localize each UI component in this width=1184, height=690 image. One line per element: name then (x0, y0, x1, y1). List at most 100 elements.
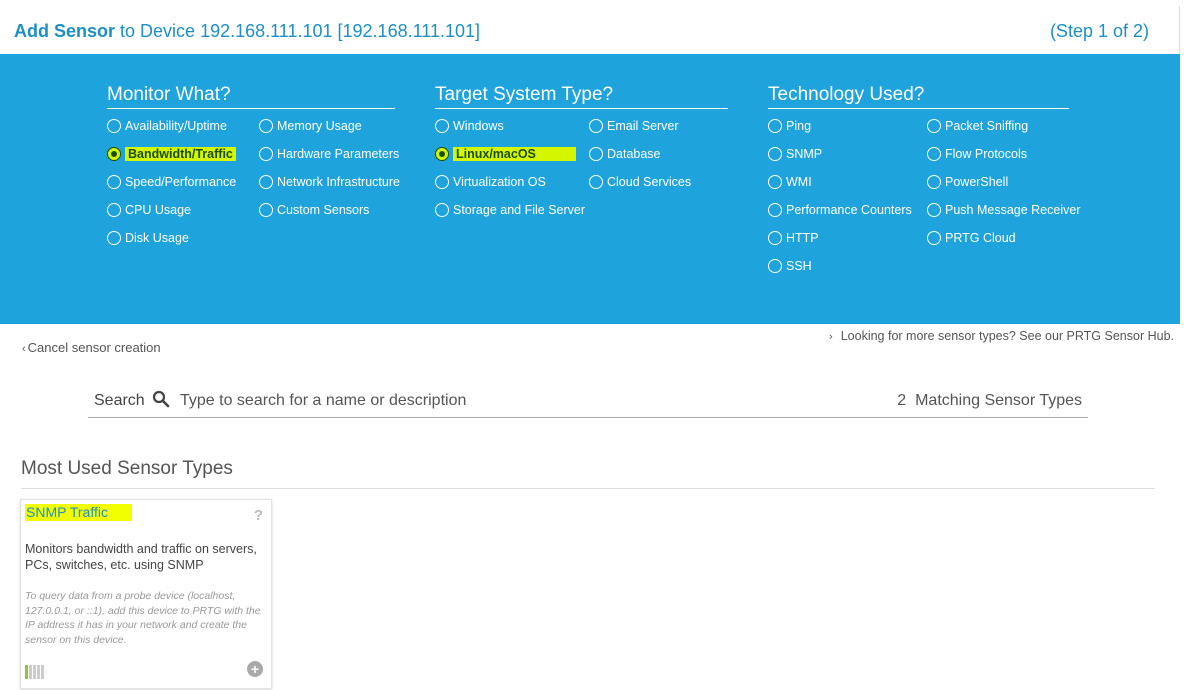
filter-option-label: Memory Usage (277, 119, 362, 133)
filter-option-label: Virtualization OS (453, 175, 546, 189)
radio-icon (435, 203, 449, 217)
search-icon (152, 390, 170, 408)
filter-option-label: Performance Counters (786, 203, 912, 217)
filter-group-title: Technology Used? (768, 84, 1069, 109)
search-label: Search (94, 392, 145, 409)
impact-bar (37, 665, 40, 679)
radio-icon (927, 119, 941, 133)
radio-icon (768, 175, 782, 189)
filter-option-label: Custom Sensors (277, 203, 370, 217)
radio-icon (589, 175, 603, 189)
filter-option-linux[interactable]: Linux/macOS (435, 145, 576, 163)
filter-option-hardware[interactable]: Hardware Parameters (259, 145, 399, 163)
radio-icon (927, 231, 941, 245)
filter-group-title: Monitor What? (107, 84, 395, 109)
cancel-link-label: Cancel sensor creation (27, 340, 161, 355)
page-title: Add Sensor to Device 192.168.111.101 [19… (14, 21, 480, 42)
radio-checked-icon (435, 147, 449, 161)
filter-option-ssh[interactable]: SSH (768, 257, 812, 275)
search-bar: Search 2 Matching Sensor Types (88, 384, 1088, 418)
add-icon[interactable]: + (247, 661, 263, 677)
help-icon[interactable]: ? (254, 507, 263, 524)
filter-group-technology: Technology Used? (768, 84, 1069, 109)
filter-option-push-message[interactable]: Push Message Receiver (927, 201, 1080, 219)
filter-option-windows[interactable]: Windows (435, 117, 504, 135)
filter-option-bandwidth[interactable]: Bandwidth/Traffic (107, 145, 236, 163)
filter-option-memory[interactable]: Memory Usage (259, 117, 362, 135)
filter-option-label: PowerShell (945, 175, 1009, 189)
match-label: Matching Sensor Types (915, 392, 1082, 409)
filter-option-wmi[interactable]: WMI (768, 173, 812, 191)
search-input[interactable] (180, 388, 860, 414)
filter-option-label: Ping (786, 119, 812, 133)
match-count: 2 (897, 392, 907, 409)
filter-option-label: Windows (453, 119, 504, 133)
radio-icon (768, 119, 782, 133)
section-divider (21, 488, 1155, 489)
filter-option-label: Database (607, 147, 661, 161)
radio-icon (259, 203, 273, 217)
radio-icon (435, 175, 449, 189)
filter-option-cpu[interactable]: CPU Usage (107, 201, 191, 219)
filter-option-label: Bandwidth/Traffic (125, 147, 236, 161)
filter-option-label: Push Message Receiver (945, 203, 1081, 217)
sensor-card-title[interactable]: SNMP Traffic (25, 504, 132, 521)
filter-option-flow[interactable]: Flow Protocols (927, 145, 1027, 163)
radio-icon (768, 259, 782, 273)
radio-icon (589, 147, 603, 161)
filter-option-availability[interactable]: Availability/Uptime (107, 117, 227, 135)
filter-option-label: WMI (786, 175, 812, 189)
filter-option-label: Email Server (607, 119, 679, 133)
filter-option-perf-counters[interactable]: Performance Counters (768, 201, 912, 219)
radio-icon (259, 147, 273, 161)
impact-bar (29, 665, 32, 679)
radio-icon (589, 119, 603, 133)
step-indicator: (Step 1 of 2) (1049, 21, 1149, 41)
sensor-card-description: Monitors bandwidth and traffic on server… (25, 542, 257, 572)
filter-option-http[interactable]: HTTP (768, 229, 819, 247)
filter-option-virtualization[interactable]: Virtualization OS (435, 173, 546, 191)
filter-option-snmp[interactable]: SNMP (768, 145, 822, 163)
filter-option-label: Packet Sniffing (945, 119, 1029, 133)
filter-option-network[interactable]: Network Infrastructure (259, 173, 400, 191)
radio-icon (259, 119, 273, 133)
filter-option-label: Availability/Uptime (125, 119, 227, 133)
filter-option-storage[interactable]: Storage and File Server (435, 201, 585, 219)
radio-icon (927, 147, 941, 161)
filter-option-speed[interactable]: Speed/Performance (107, 173, 236, 191)
impact-bar (25, 665, 28, 679)
radio-icon (927, 203, 941, 217)
sensor-hub-link[interactable]: › Looking for more sensor types? See our … (829, 329, 1174, 343)
filter-option-label: SNMP (786, 147, 823, 161)
radio-icon (435, 119, 449, 133)
filter-option-email[interactable]: Email Server (589, 117, 679, 135)
filter-option-label: Cloud Services (607, 175, 692, 189)
filter-option-label: Hardware Parameters (277, 147, 400, 161)
filter-option-cloud[interactable]: Cloud Services (589, 173, 691, 191)
radio-icon (107, 119, 121, 133)
filter-option-disk[interactable]: Disk Usage (107, 229, 189, 247)
filter-option-label: Flow Protocols (945, 147, 1027, 161)
filter-option-powershell[interactable]: PowerShell (927, 173, 1008, 191)
radio-checked-icon (107, 147, 121, 161)
page-title-strong: Add Sensor (14, 21, 116, 41)
filter-option-custom[interactable]: Custom Sensors (259, 201, 369, 219)
chevron-right-icon: › (829, 331, 833, 343)
filter-option-prtg-cloud[interactable]: PRTG Cloud (927, 229, 1016, 247)
matching-sensor-count: 2 Matching Sensor Types (897, 392, 1082, 410)
sensor-card-note: To query data from a probe device (local… (25, 590, 261, 646)
filter-group-target: Target System Type? (435, 84, 728, 109)
sensor-card-snmp-traffic[interactable]: SNMP Traffic ? Monitors bandwidth and tr… (20, 499, 272, 689)
filter-group-title: Target System Type? (435, 84, 728, 109)
filter-option-database[interactable]: Database (589, 145, 661, 163)
filter-option-packet-sniffing[interactable]: Packet Sniffing (927, 117, 1028, 135)
filter-option-ping[interactable]: Ping (768, 117, 811, 135)
filter-option-label: Speed/Performance (125, 175, 237, 189)
filter-option-label: Network Infrastructure (277, 175, 400, 189)
filter-group-monitor: Monitor What? (107, 84, 395, 109)
cancel-sensor-creation-link[interactable]: ‹ Cancel sensor creation (22, 340, 161, 355)
radio-icon (107, 231, 121, 245)
radio-icon (107, 175, 121, 189)
radio-icon (259, 175, 273, 189)
filter-option-label: Linux/macOS (453, 147, 576, 161)
